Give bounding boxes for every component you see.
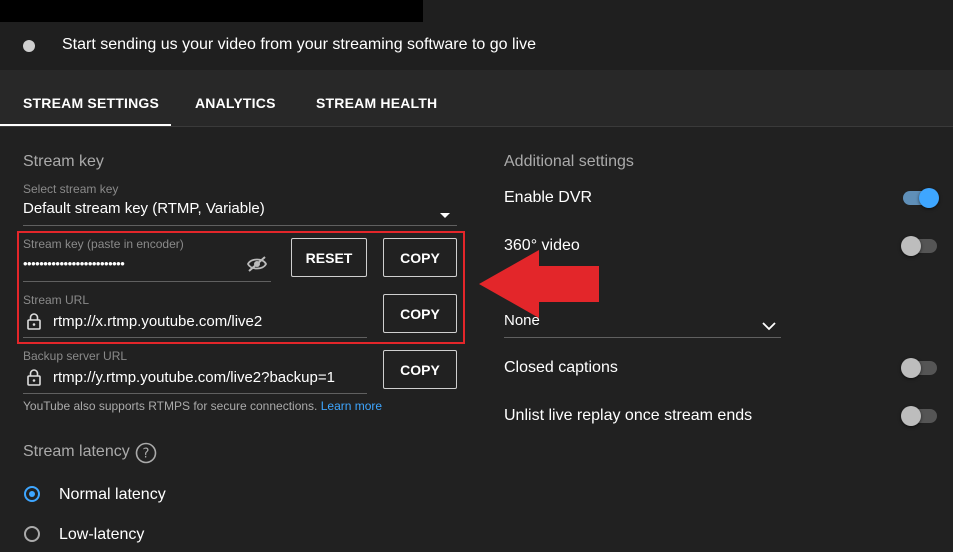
normal-latency-label: Normal latency bbox=[59, 486, 166, 503]
chevron-down-icon[interactable] bbox=[762, 318, 776, 336]
closed-captions-label: Closed captions bbox=[504, 359, 618, 376]
select-stream-key-label: Select stream key bbox=[23, 182, 119, 196]
video-360-toggle[interactable] bbox=[901, 235, 939, 257]
backup-lock-icon bbox=[27, 369, 41, 391]
rtmps-text: YouTube also supports RTMPS for secure c… bbox=[23, 399, 318, 413]
stream-key-section-title: Stream key bbox=[23, 153, 104, 170]
unlist-replay-toggle[interactable] bbox=[901, 405, 939, 427]
backup-url-label: Backup server URL bbox=[23, 349, 128, 363]
tab-analytics[interactable]: ANALYTICS bbox=[195, 95, 276, 111]
tab-divider bbox=[0, 126, 953, 127]
highlight-box bbox=[17, 231, 465, 344]
stream-latency-title: Stream latency bbox=[23, 443, 130, 460]
closed-captions-toggle[interactable] bbox=[901, 357, 939, 379]
enable-dvr-toggle[interactable] bbox=[903, 187, 939, 209]
learn-more-link[interactable]: Learn more bbox=[321, 399, 382, 413]
additional-select-value[interactable]: None bbox=[504, 312, 540, 329]
tab-stream-settings[interactable]: STREAM SETTINGS bbox=[23, 95, 159, 111]
radio-low-latency[interactable] bbox=[24, 526, 40, 542]
rtmps-help-text: YouTube also supports RTMPS for secure c… bbox=[23, 399, 382, 413]
tab-stream-health[interactable]: STREAM HEALTH bbox=[316, 95, 437, 111]
unlist-replay-label: Unlist live replay once stream ends bbox=[504, 407, 753, 424]
dropdown-arrow-icon[interactable] bbox=[439, 207, 451, 225]
additional-settings-title: Additional settings bbox=[504, 153, 634, 170]
video-360-label: 360° video bbox=[504, 237, 580, 254]
stream-key-select-value[interactable]: Default stream key (RTMP, Variable) bbox=[23, 200, 265, 217]
low-latency-label: Low-latency bbox=[59, 526, 145, 543]
status-message: Start sending us your video from your st… bbox=[62, 36, 536, 53]
stream-key-select-underline bbox=[23, 225, 457, 226]
backup-url-value[interactable]: rtmp://y.rtmp.youtube.com/live2?backup=1 bbox=[53, 369, 337, 386]
radio-normal-latency[interactable] bbox=[24, 486, 40, 502]
help-icon[interactable]: ? bbox=[135, 442, 157, 469]
additional-select-underline bbox=[504, 337, 781, 338]
enable-dvr-label: Enable DVR bbox=[504, 189, 593, 206]
top-black-strip bbox=[0, 0, 423, 22]
status-indicator-dot bbox=[23, 40, 35, 52]
copy-backup-url-button[interactable]: COPY bbox=[383, 350, 457, 389]
backup-url-underline bbox=[23, 393, 367, 394]
svg-text:?: ? bbox=[143, 447, 150, 462]
